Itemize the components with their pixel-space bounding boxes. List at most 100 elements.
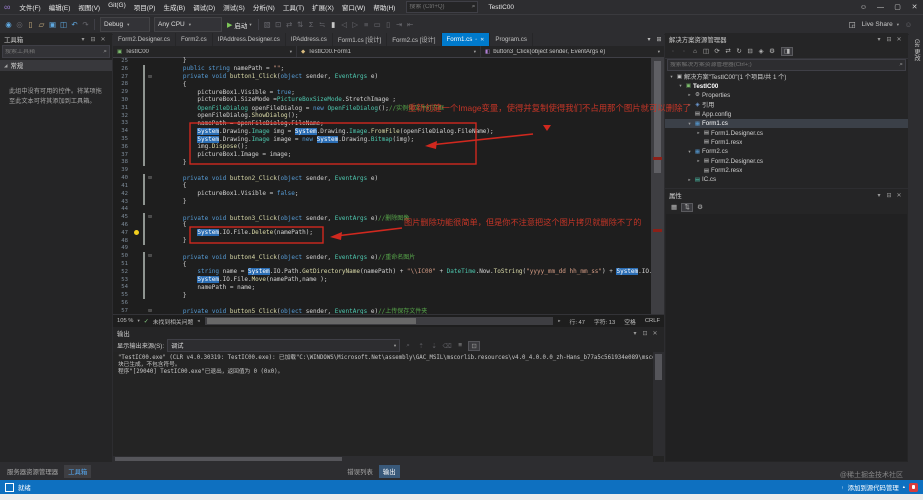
word-wrap-icon[interactable]: ≡ bbox=[455, 342, 465, 349]
type-dropdown[interactable]: ◆ TestIC00.Form1▾ bbox=[297, 46, 481, 57]
bottom-tab-工具箱[interactable]: 工具箱 bbox=[64, 465, 91, 478]
quick-search[interactable]: ⌕ bbox=[406, 1, 478, 13]
fold-marker-icon[interactable]: ⊟ bbox=[146, 175, 154, 181]
code-line-42[interactable]: 42 pictureBox1.Visible = false; bbox=[113, 190, 651, 198]
code-line-38[interactable]: 38 } bbox=[113, 159, 651, 167]
menu-item-编辑(E)[interactable]: 编辑(E) bbox=[45, 2, 75, 12]
close-icon[interactable]: ✕ bbox=[650, 330, 660, 337]
pin-icon[interactable]: ▫ bbox=[475, 37, 477, 43]
bookmark-icon[interactable]: ▮ bbox=[328, 20, 339, 29]
menu-item-工具(T)[interactable]: 工具(T) bbox=[279, 2, 308, 12]
expander-icon[interactable]: ▸ bbox=[695, 158, 702, 164]
close-button[interactable]: ✕ bbox=[906, 3, 923, 11]
code-line-37[interactable]: 37 pictureBox1.Image = image; bbox=[113, 151, 651, 159]
code-line-32[interactable]: 32 openFileDialog.ShowDialog(); bbox=[113, 112, 651, 120]
compare-icon[interactable]: ≒ bbox=[317, 20, 328, 29]
line-ending[interactable]: CRLF bbox=[645, 318, 660, 324]
profiler-icon[interactable]: ▧ bbox=[262, 20, 273, 29]
add-to-source-control-button[interactable]: 添加到源代码管理 bbox=[848, 483, 899, 492]
code-line-31[interactable]: 31 OpenFileDialog openFileDialog = new O… bbox=[113, 104, 651, 112]
pin-icon[interactable]: ⊟ bbox=[884, 192, 894, 199]
tab-IPAddress.Designer.cs[interactable]: IPAddress.Designer.cs bbox=[213, 33, 286, 46]
properties-grid[interactable] bbox=[666, 214, 907, 461]
minimize-button[interactable]: — bbox=[872, 4, 889, 11]
scroll-right-icon[interactable]: ▸ bbox=[558, 318, 560, 324]
code-line-36[interactable]: 36 img.Dispose(); bbox=[113, 143, 651, 151]
new-file-icon[interactable]: ▯ bbox=[25, 20, 36, 29]
window-menu-icon[interactable]: ▾ bbox=[874, 36, 884, 43]
new-window-icon[interactable]: ⊞ bbox=[654, 36, 664, 43]
tree-item-form1-cs[interactable]: ▾▦Form1.cs bbox=[665, 119, 908, 128]
code-line-41[interactable]: 41 { bbox=[113, 182, 651, 190]
tree-item-form2-cs[interactable]: ▾▦Form2.cs bbox=[665, 147, 908, 156]
properties-icon[interactable]: ⚙ bbox=[767, 48, 777, 55]
close-tab-icon[interactable]: ✕ bbox=[480, 37, 484, 43]
pin-icon[interactable]: ⊟ bbox=[884, 36, 894, 43]
forward-icon[interactable]: ◦ bbox=[679, 48, 689, 55]
find-message-icon[interactable]: ⌕ bbox=[403, 342, 413, 350]
next-bookmark-icon[interactable]: ▷ bbox=[350, 20, 361, 29]
window-menu-icon[interactable]: ▾ bbox=[874, 192, 884, 199]
horizontal-scrollbar[interactable] bbox=[205, 317, 554, 325]
comment-out-icon[interactable]: ▭ bbox=[372, 20, 383, 29]
undo-icon[interactable]: ↶ bbox=[69, 20, 80, 29]
code-line-35[interactable]: 35 System.Drawing.Image image = new Syst… bbox=[113, 135, 651, 143]
fold-marker-icon[interactable]: ⊟ bbox=[146, 214, 154, 220]
live-share-icon[interactable]: ◲ bbox=[847, 20, 858, 29]
bookmark-list-icon[interactable]: ≡ bbox=[361, 20, 372, 29]
code-line-25[interactable]: 25 } bbox=[113, 57, 651, 65]
toolbox-section-general[interactable]: ◢ 常规 bbox=[0, 60, 112, 71]
output-vertical-scrollbar[interactable] bbox=[653, 352, 664, 456]
solution-search[interactable]: ⌕ bbox=[667, 59, 906, 71]
bottom-tab-错误列表[interactable]: 错误列表 bbox=[343, 465, 377, 478]
tree-item-ic-cs[interactable]: ▸▤IC.cs bbox=[665, 175, 908, 184]
project-dropdown[interactable]: ▣ TestIC00▾ bbox=[113, 46, 297, 57]
menu-item-项目(P)[interactable]: 项目(P) bbox=[130, 2, 160, 12]
code-line-29[interactable]: 29 pictureBox1.Visible = true; bbox=[113, 88, 651, 96]
fold-marker-icon[interactable]: ⊟ bbox=[146, 308, 154, 314]
tab-Form2.Designer.cs[interactable]: Form2.Designer.cs bbox=[113, 33, 176, 46]
fold-marker-icon[interactable]: ⊟ bbox=[146, 253, 154, 259]
code-line-26[interactable]: 26 public string namePath = ""; bbox=[113, 65, 651, 73]
expander-icon[interactable]: ▾ bbox=[686, 149, 693, 155]
save-all-icon[interactable]: ◫ bbox=[58, 20, 69, 29]
menu-item-帮助(H)[interactable]: 帮助(H) bbox=[369, 2, 399, 12]
tab-list-icon[interactable]: ▾ bbox=[644, 36, 654, 43]
output-source-dropdown[interactable]: 调试▾ bbox=[167, 339, 400, 352]
menu-item-扩展(X)[interactable]: 扩展(X) bbox=[308, 2, 338, 12]
code-line-51[interactable]: 51 { bbox=[113, 260, 651, 268]
toolbox-search-input[interactable] bbox=[3, 49, 103, 55]
code-line-43[interactable]: 43 } bbox=[113, 198, 651, 206]
pin-icon[interactable]: ⊟ bbox=[88, 36, 98, 43]
uncomment-icon[interactable]: ▯ bbox=[383, 20, 394, 29]
code-line-40[interactable]: 40⊟ private void button2_Click(object se… bbox=[113, 174, 651, 182]
tree-item-app-config[interactable]: ▤App.config bbox=[665, 110, 908, 119]
tree-item-project-testic00[interactable]: ▾▣TestIC00 bbox=[665, 81, 908, 90]
code-line-50[interactable]: 50⊟ private void button4_Click(object se… bbox=[113, 252, 651, 260]
expander-icon[interactable]: ▸ bbox=[686, 177, 693, 183]
show-all-files-icon[interactable]: ◈ bbox=[756, 48, 766, 55]
categorized-icon[interactable]: ▦ bbox=[669, 204, 679, 211]
lightbulb-icon[interactable] bbox=[134, 230, 139, 235]
code-line-46[interactable]: 46 { bbox=[113, 221, 651, 229]
menu-item-窗口(W)[interactable]: 窗口(W) bbox=[338, 2, 369, 12]
code-line-48[interactable]: 48 } bbox=[113, 237, 651, 245]
menu-item-调试(D)[interactable]: 调试(D) bbox=[189, 2, 219, 12]
alphabetical-icon[interactable]: ⇅ bbox=[681, 203, 693, 212]
expander-icon[interactable]: ▾ bbox=[677, 83, 684, 89]
scroll-left-icon[interactable]: ◂ bbox=[197, 318, 199, 324]
window-menu-icon[interactable]: ▾ bbox=[78, 36, 88, 43]
editor-vertical-scrollbar[interactable] bbox=[651, 57, 664, 315]
scrollbar-thumb[interactable] bbox=[207, 318, 416, 324]
scrollbar-thumb[interactable] bbox=[115, 457, 342, 461]
bottom-tab-服务器资源管理器[interactable]: 服务器资源管理器 bbox=[3, 465, 62, 478]
code-line-39[interactable]: 39 bbox=[113, 166, 651, 174]
fold-marker-icon[interactable]: ⊟ bbox=[146, 74, 154, 80]
tab-Form1.cs[interactable]: Form1.cs▫✕ bbox=[442, 33, 491, 46]
code-line-53[interactable]: 53 System.IO.File.Move(namePath,name ); bbox=[113, 276, 651, 284]
back-icon[interactable]: ◦ bbox=[668, 48, 678, 55]
step-into-icon[interactable]: ⇅ bbox=[295, 20, 306, 29]
toolbox-search[interactable]: ⌕ bbox=[2, 45, 110, 58]
tab-IPAddress.cs[interactable]: IPAddress.cs bbox=[286, 33, 333, 46]
code-line-33[interactable]: 33 namePath = openFileDialog.FileName; bbox=[113, 120, 651, 128]
